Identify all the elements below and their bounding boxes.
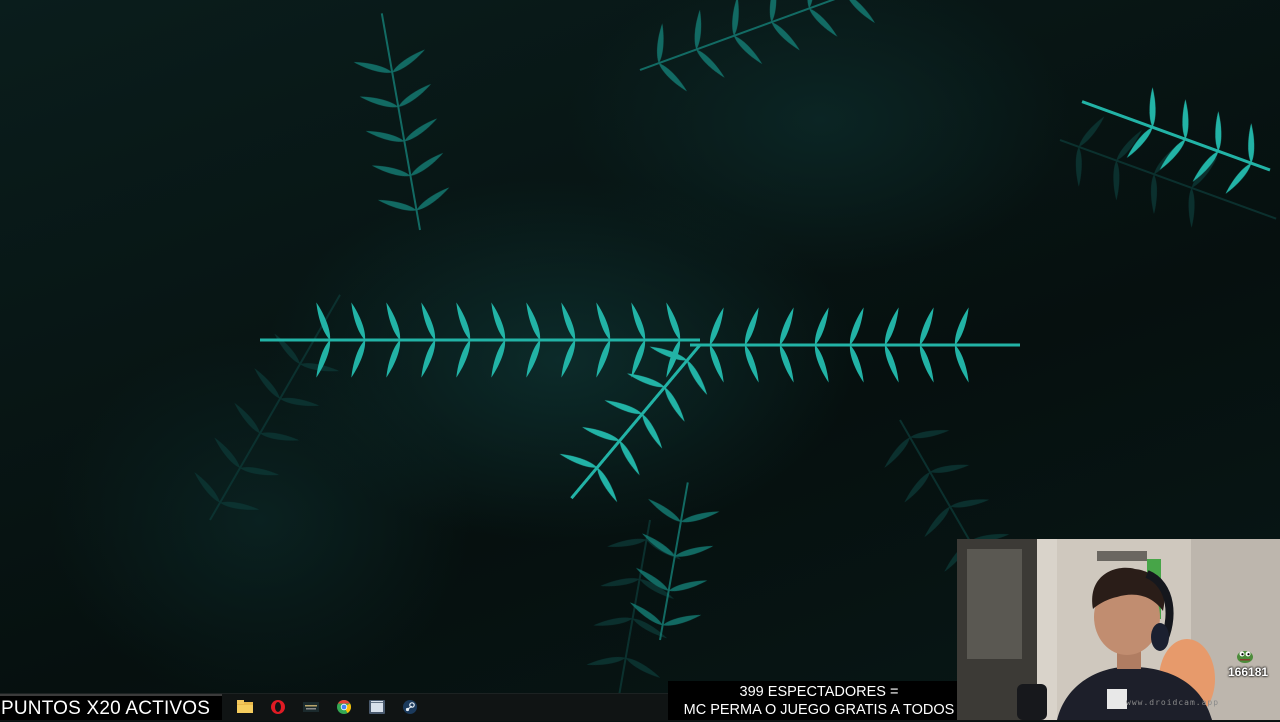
- window-app-icon[interactable]: [360, 695, 393, 719]
- viewer-goal-banner: 399 ESPECTADORES = MC PERMA O JUEGO GRAT…: [668, 681, 970, 720]
- webcam-watermark: www.droidcam.app: [1126, 698, 1220, 707]
- webcam-feed-image: [957, 539, 1280, 720]
- viewer-count-text: 399 ESPECTADORES =: [739, 684, 899, 700]
- emote-counter: 166181: [1228, 665, 1269, 679]
- pepe-emote-icon: [1236, 648, 1254, 664]
- steam-icon[interactable]: [393, 695, 426, 719]
- points-banner: PUNTOS X20 ACTIVOS: [0, 694, 222, 720]
- webcam-overlay: [957, 539, 1280, 720]
- viewer-goal-text: MC PERMA O JUEGO GRATIS A TODOS: [683, 702, 955, 718]
- taskbar-pinned-apps: [228, 695, 426, 719]
- league-client-icon[interactable]: [294, 695, 327, 719]
- chrome-icon[interactable]: [327, 695, 360, 719]
- opera-icon[interactable]: [261, 695, 294, 719]
- folder-icon[interactable]: [228, 695, 261, 719]
